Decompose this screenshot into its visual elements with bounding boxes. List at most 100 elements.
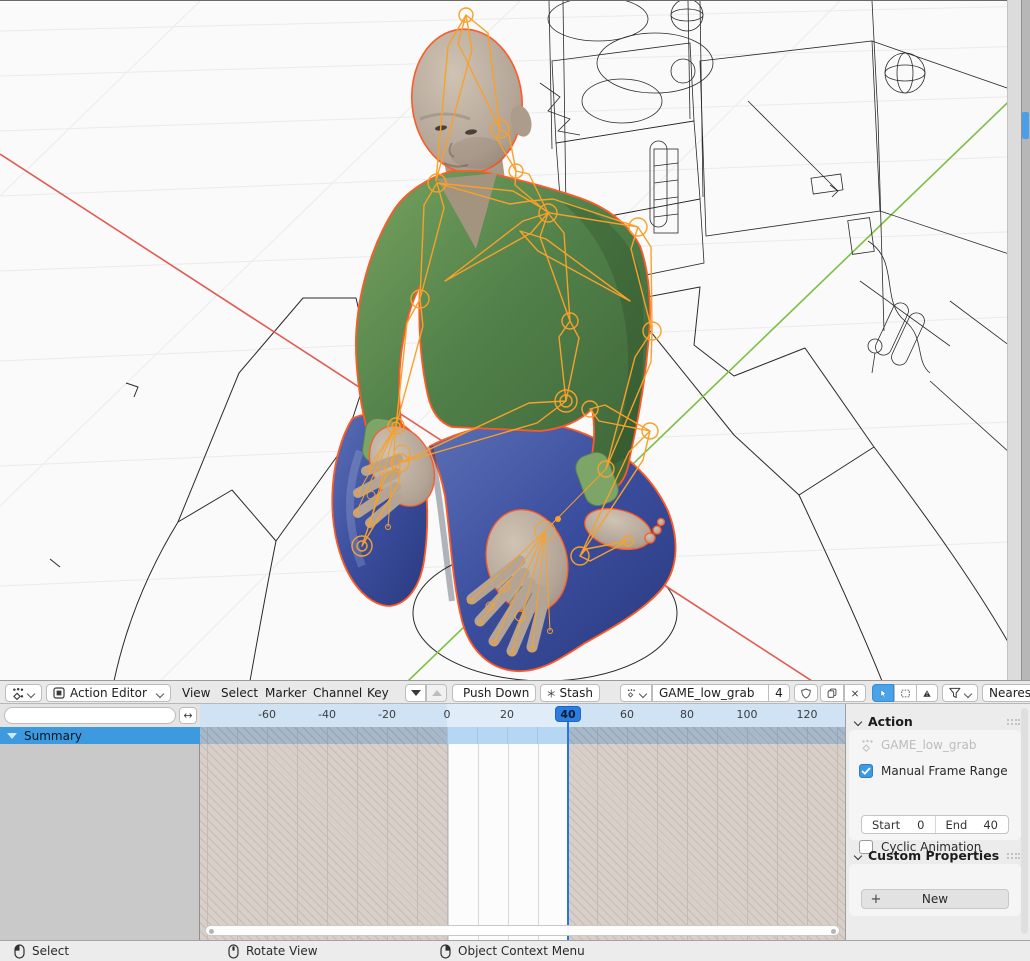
chevron-down-icon	[854, 718, 862, 726]
editor-mode-label: Action Editor	[70, 686, 147, 700]
chevron-down-icon	[157, 690, 164, 697]
frame-range-background	[447, 744, 568, 940]
dope-sheet-header: Action Editor View Select Marker Channel…	[0, 680, 1030, 704]
ruler-tick: 120	[797, 708, 818, 721]
close-x-icon	[851, 688, 859, 699]
viewport-3d[interactable]	[0, 0, 1030, 680]
horizontal-scrollbar[interactable]	[205, 925, 840, 936]
manual-frame-range-row[interactable]: Manual Frame Range	[859, 764, 1008, 778]
push-down-label: Push Down	[463, 686, 529, 700]
unlink-action-button[interactable]	[844, 684, 866, 702]
summary-band-in-range	[447, 727, 568, 744]
keyframe-area[interactable]: -60 -40 -20 0 20 60 80 100 120 40	[200, 704, 845, 940]
panel-grip-icon[interactable]	[1006, 852, 1020, 860]
custom-properties-title: Custom Properties	[868, 848, 999, 863]
editor-mode-select[interactable]: Action Editor	[46, 684, 171, 702]
chevron-down-icon	[28, 690, 35, 697]
menu-marker[interactable]: Marker	[261, 681, 310, 704]
manual-frame-range-label: Manual Frame Range	[881, 764, 1008, 778]
current-frame-indicator[interactable]: 40	[555, 706, 581, 722]
plus-icon: +	[862, 892, 890, 907]
blender-window: { "colors": { "accent_blue": "#3d9ae0", …	[0, 0, 1030, 960]
triangle-down-icon	[411, 690, 421, 696]
action-icon-disabled	[861, 739, 874, 752]
mouse-left-icon	[14, 944, 25, 959]
fake-user-shield-button[interactable]	[794, 684, 818, 702]
action-panel-header[interactable]: Action	[854, 714, 913, 729]
viewport-canvas	[0, 1, 1030, 680]
start-frame-value: 0	[917, 818, 924, 832]
editor-type-dropdown[interactable]	[5, 684, 42, 702]
action-name-field[interactable]: GAME_low_grab	[652, 684, 768, 702]
stash-button[interactable]: Stash	[540, 684, 600, 702]
action-icon	[627, 687, 636, 699]
sidebar-scrollbar[interactable]	[1021, 708, 1028, 934]
timeline-ruler[interactable]: -60 -40 -20 0 20 60 80 100 120	[200, 704, 845, 727]
ruler-tick: 0	[444, 708, 451, 721]
action-name-value: GAME_low_grab	[659, 686, 754, 700]
menu-select[interactable]: Select	[217, 681, 262, 704]
chevron-down-icon	[640, 690, 645, 697]
ruler-tick: 80	[680, 708, 694, 721]
menu-channel[interactable]: Channel	[309, 681, 366, 704]
new-action-copy-button[interactable]	[820, 684, 844, 702]
scrollbar-end-dot	[831, 929, 836, 934]
warning-tool-button[interactable]	[916, 684, 938, 702]
end-frame-field[interactable]: End 40	[936, 816, 1009, 833]
dope-sheet-editor-icon	[12, 687, 24, 700]
channel-search-input[interactable]	[4, 707, 176, 724]
panel-grip-icon[interactable]	[1006, 718, 1020, 726]
custom-properties-panel-body: + New	[849, 864, 1021, 916]
status-context-menu-hint: Object Context Menu	[440, 941, 585, 961]
status-select-hint: Select	[14, 941, 69, 961]
ruler-tick: 20	[500, 708, 514, 721]
stash-label: Stash	[559, 686, 593, 700]
funnel-icon	[949, 687, 961, 699]
layer-down-button[interactable]	[405, 684, 426, 702]
snap-mode-label: Nearest Frame	[989, 686, 1030, 700]
ruler-tick: 100	[737, 708, 758, 721]
warning-triangle-icon	[923, 687, 931, 700]
start-frame-field[interactable]: Start 0	[862, 816, 936, 833]
marquee-icon	[901, 688, 910, 699]
layer-up-button-disabled[interactable]	[426, 684, 447, 702]
checkmark-icon	[861, 767, 871, 775]
menu-key[interactable]: Key	[363, 681, 393, 704]
ruler-tick: -40	[318, 708, 336, 721]
linked-action-row: GAME_low_grab	[861, 738, 976, 752]
end-frame-value: 40	[983, 818, 998, 832]
snap-mode-select[interactable]: Nearest Frame	[982, 684, 1030, 702]
scrollbar-end-dot	[209, 929, 214, 934]
dope-sheet-sidebar: Action GAME_low_grab Manual Frame Range …	[845, 704, 1030, 940]
playhead-line[interactable]	[567, 719, 569, 940]
push-down-button[interactable]: Push Down	[452, 684, 536, 702]
mouse-middle-icon	[228, 944, 239, 959]
custom-properties-panel-header[interactable]: Custom Properties	[854, 848, 999, 863]
action-editor-icon	[53, 687, 65, 699]
action-users-count[interactable]: 4	[768, 684, 790, 702]
filter-dropdown[interactable]	[942, 684, 978, 702]
summary-label: Summary	[24, 729, 82, 743]
status-bar: Select Rotate View Object Context Menu	[0, 940, 1030, 960]
window-edge	[1021, 0, 1030, 680]
chevron-down-icon	[854, 852, 862, 860]
chevron-down-icon	[965, 690, 971, 697]
window-edge-scroll-handle[interactable]	[1022, 112, 1029, 139]
new-property-button[interactable]: + New	[861, 889, 1009, 909]
menu-view[interactable]: View	[178, 681, 214, 704]
box-select-tool-button[interactable]	[894, 684, 916, 702]
triangle-up-icon	[432, 690, 442, 696]
viewport-side-strip	[1007, 0, 1021, 680]
shield-icon	[801, 687, 811, 700]
ruler-tick: 60	[620, 708, 634, 721]
snowflake-icon	[547, 687, 555, 700]
cursor-arrow-icon	[879, 687, 887, 700]
active-tool-cursor-button[interactable]	[872, 684, 894, 702]
manual-frame-range-checkbox[interactable]	[859, 764, 873, 778]
duplicate-icon	[827, 687, 837, 699]
expand-channels-button[interactable]: ↔	[179, 707, 197, 724]
action-browse-dropdown[interactable]	[620, 684, 652, 702]
mouse-right-icon	[440, 944, 451, 959]
frame-range-fields: Start 0 End 40	[861, 815, 1009, 834]
channel-summary-row[interactable]: Summary	[0, 727, 200, 744]
